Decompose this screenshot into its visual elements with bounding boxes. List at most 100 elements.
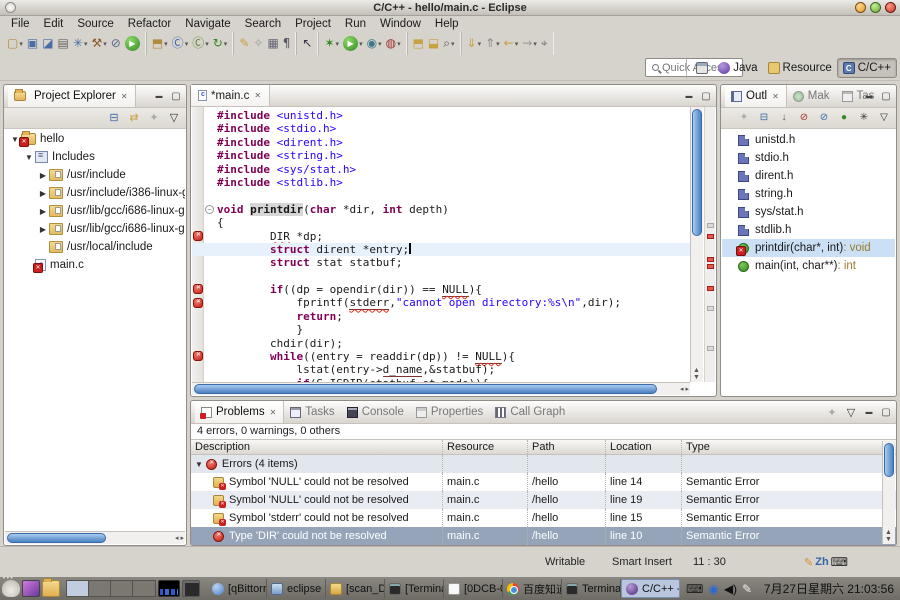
- chevron-down-icon[interactable]: ▾: [205, 40, 209, 48]
- problem-row[interactable]: Type 'DIR' could not be resolvedmain.c/h…: [191, 527, 896, 545]
- tree-item[interactable]: ▶/usr/lib/gcc/i686-linux-gnu/4.7/: [5, 220, 185, 238]
- chevron-down-icon[interactable]: ▾: [185, 40, 189, 48]
- sort-icon[interactable]: ↓: [776, 110, 792, 126]
- tab-call-graph[interactable]: Call Graph: [489, 401, 571, 423]
- link-with-editor-icon[interactable]: ⇄: [126, 110, 142, 126]
- workspace-3[interactable]: [111, 581, 133, 596]
- resume-button[interactable]: ▶: [123, 33, 142, 54]
- hide-fields-icon[interactable]: ⊘: [796, 110, 812, 126]
- editor-hscrollbar[interactable]: ◂ ▸: [192, 382, 690, 395]
- pin-editor-button[interactable]: ⌖: [539, 33, 550, 54]
- workspace-4[interactable]: [133, 581, 155, 596]
- input-method-icon[interactable]: ⌨: [686, 583, 703, 595]
- outline-item[interactable]: stdlib.h: [722, 221, 895, 239]
- collapsed-twistie-icon[interactable]: ▶: [37, 207, 49, 216]
- print-button[interactable]: ▤: [56, 33, 71, 54]
- chevron-down-icon[interactable]: ▾: [451, 40, 455, 48]
- close-icon[interactable]: ✕: [269, 407, 278, 418]
- tab-tasks[interactable]: Tasks: [284, 401, 340, 423]
- problem-row[interactable]: Symbol 'stderr' could not be resolvedmai…: [191, 509, 896, 527]
- code-area[interactable]: − #include <unistd.h>#include <stdio.h>#…: [192, 107, 690, 382]
- tree-item[interactable]: ▶/usr/lib/gcc/i686-linux-gnu/4.7/: [5, 202, 185, 220]
- perspective-cpp[interactable]: CC/C++: [837, 58, 897, 78]
- show-whitespace-button[interactable]: ¶: [281, 33, 293, 54]
- view-menu-icon[interactable]: ▽: [166, 110, 182, 126]
- skip-all-breakpoints-button[interactable]: ⊘: [109, 33, 123, 54]
- column-description[interactable]: Description: [191, 440, 443, 454]
- new-c-source-file-button[interactable]: Ⓒ▾: [190, 33, 211, 54]
- display-settings-icon[interactable]: [182, 580, 200, 597]
- hide-non-public-members-icon[interactable]: ●: [836, 110, 852, 126]
- minimize-view-icon[interactable]: [862, 405, 876, 419]
- code-line[interactable]: [217, 270, 690, 283]
- tree-item[interactable]: ▶/usr/include: [5, 166, 185, 184]
- code-line[interactable]: return;: [217, 310, 690, 323]
- tab-make-targets[interactable]: Mak: [787, 85, 836, 107]
- column-type[interactable]: Type: [682, 440, 896, 454]
- outline-item[interactable]: main(int, char**) : int: [722, 257, 895, 275]
- close-icon[interactable]: ✕: [771, 91, 780, 102]
- code-line[interactable]: void printdir(char *dir, int depth): [217, 203, 690, 216]
- project-explorer-hscrollbar[interactable]: ◂ ▸: [5, 531, 185, 544]
- tab-outline[interactable]: Outl✕: [725, 85, 787, 107]
- open-type-button[interactable]: ⬒: [411, 33, 426, 54]
- notes-icon[interactable]: ✎: [742, 583, 752, 595]
- focus-on-active-task-icon[interactable]: ✦: [146, 110, 162, 126]
- new-c-project-button[interactable]: ⬒▾: [150, 33, 170, 54]
- go-to-annotation-button[interactable]: ⇑▾: [483, 33, 502, 54]
- column-location[interactable]: Location: [606, 440, 682, 454]
- taskbar-window-button[interactable]: [scan_D...: [326, 579, 385, 598]
- build-button[interactable]: ⚒▾: [89, 33, 108, 54]
- tree-item[interactable]: ▼Includes: [5, 148, 185, 166]
- perspective-java[interactable]: Java: [713, 58, 762, 78]
- minimize-button[interactable]: [855, 2, 866, 13]
- outline-item[interactable]: unistd.h: [722, 131, 895, 149]
- error-marker-icon[interactable]: [193, 298, 203, 308]
- filters-icon[interactable]: ✦: [824, 405, 840, 421]
- error-marker-icon[interactable]: [193, 351, 203, 361]
- save-button[interactable]: ▣: [25, 33, 40, 54]
- debug-button[interactable]: ✶▾: [322, 33, 341, 54]
- tree-item[interactable]: ▼hello: [5, 130, 185, 148]
- code-line[interactable]: #include <sys/stat.h>: [217, 163, 690, 176]
- outline-item[interactable]: dirent.h: [722, 167, 895, 185]
- annotation-overview-mark[interactable]: [707, 346, 714, 351]
- column-path[interactable]: Path: [528, 440, 606, 454]
- custom-filters-icon[interactable]: ✦: [736, 110, 752, 126]
- collapse-all-icon[interactable]: ⊟: [106, 110, 122, 126]
- close-icon[interactable]: ✕: [120, 91, 129, 102]
- menu-source[interactable]: Source: [70, 18, 120, 30]
- perspective-open-perspective[interactable]: [691, 58, 713, 78]
- view-menu-icon[interactable]: ▽: [876, 110, 892, 126]
- problems-vscrollbar[interactable]: ▲▼: [882, 441, 895, 544]
- hide-static-members-icon[interactable]: ⊘: [816, 110, 832, 126]
- taskbar-window-button[interactable]: [Terminal]: [385, 579, 444, 598]
- maximize-view-icon[interactable]: [879, 405, 893, 419]
- toggle-mark-occurrences-button[interactable]: ✎: [237, 33, 251, 54]
- workspace-switcher[interactable]: [66, 580, 156, 597]
- outline-item[interactable]: printdir(char*, int) : void: [722, 239, 895, 257]
- column-resource[interactable]: Resource: [443, 440, 528, 454]
- close-button[interactable]: [885, 2, 896, 13]
- code-line[interactable]: struct stat statbuf;: [217, 256, 690, 269]
- menu-project[interactable]: Project: [288, 18, 338, 30]
- overview-ruler[interactable]: [704, 107, 715, 382]
- tree-item[interactable]: ▶/usr/include/i386-linux-gnu: [5, 184, 185, 202]
- minimize-editor-icon[interactable]: [682, 89, 696, 103]
- chevron-down-icon[interactable]: ▾: [336, 40, 340, 48]
- make-target-build-button[interactable]: ↻▾: [211, 33, 230, 54]
- chevron-down-icon[interactable]: ▾: [19, 40, 23, 48]
- code-line[interactable]: #include <dirent.h>: [217, 136, 690, 149]
- save-all-button[interactable]: ◪: [40, 33, 55, 54]
- code-line[interactable]: struct dirent *entry;: [192, 243, 690, 256]
- maximize-button[interactable]: [870, 2, 881, 13]
- menu-search[interactable]: Search: [238, 18, 288, 30]
- collapse-all-icon[interactable]: ⊟: [756, 110, 772, 126]
- outline-item[interactable]: sys/stat.h: [722, 203, 895, 221]
- code-line[interactable]: #include <unistd.h>: [217, 109, 690, 122]
- tab-problems[interactable]: Problems✕: [195, 401, 284, 423]
- taskbar-window-button[interactable]: 百度知道...: [503, 579, 562, 598]
- problem-row[interactable]: Symbol 'NULL' could not be resolvedmain.…: [191, 473, 896, 491]
- taskbar-clock[interactable]: 7月27日星期六 21:03:56: [764, 580, 894, 597]
- tab-console[interactable]: Console: [341, 401, 410, 423]
